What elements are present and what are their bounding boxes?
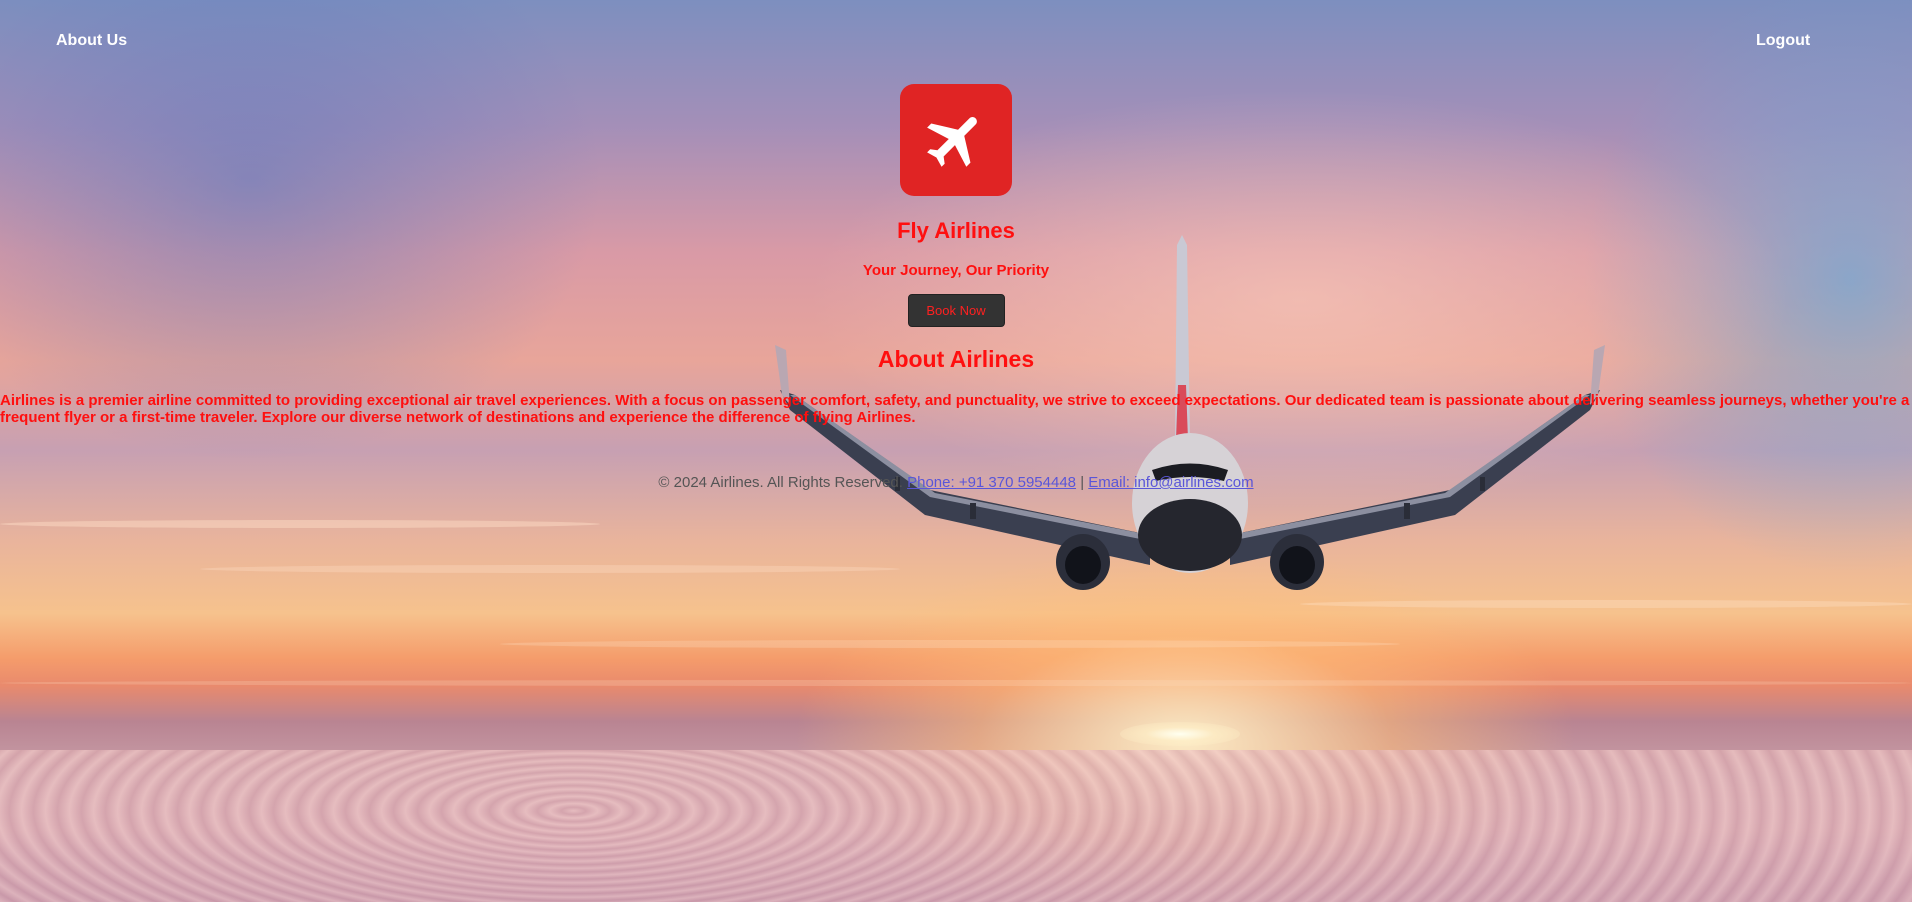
phone-link[interactable]: Phone: +91 370 5954448 — [907, 474, 1076, 491]
copyright-text: © 2024 Airlines. All Rights Reserved. — [658, 474, 903, 491]
airplane-icon — [927, 117, 977, 167]
cloud-streak — [0, 680, 1912, 686]
cloud-streak — [0, 520, 600, 528]
email-link[interactable]: Email: info@airlines.com — [1088, 474, 1253, 491]
about-description: Airlines is a premier airline committed … — [0, 392, 1910, 426]
brand-title: Fly Airlines — [897, 218, 1015, 243]
tagline: Your Journey, Our Priority — [862, 262, 1050, 279]
book-now-button[interactable]: Book Now — [907, 294, 1005, 327]
footer-separator: | — [1080, 474, 1085, 491]
cloud-streak — [500, 640, 1400, 648]
about-heading: About Airlines — [877, 346, 1035, 372]
brand-logo — [900, 84, 1012, 196]
nav-logout-link[interactable]: Logout — [1756, 32, 1810, 50]
hero-section: Fly Airlines Your Journey, Our Priority … — [0, 84, 1912, 373]
cloud-layer — [0, 750, 1912, 902]
sun-glow — [1120, 722, 1240, 746]
footer: © 2024 Airlines. All Rights Reserved. Ph… — [0, 474, 1912, 491]
nav-about-us-link[interactable]: About Us — [56, 32, 127, 50]
